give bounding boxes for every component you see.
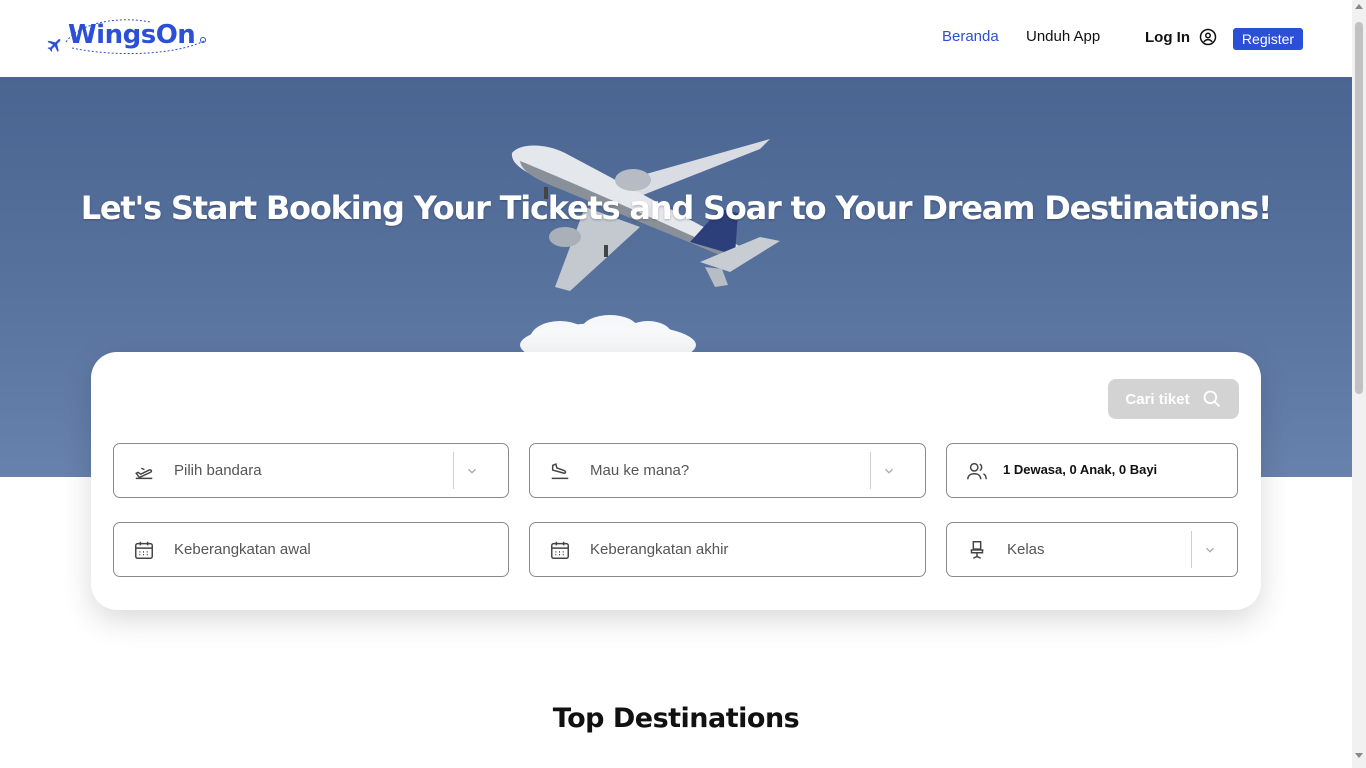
- departure-start-date-input[interactable]: Keberangkatan awal: [113, 522, 509, 577]
- users-icon: [967, 462, 987, 480]
- search-card: Cari tiket Pilih bandara Mau ke mana? 1 …: [91, 352, 1261, 610]
- scroll-thumb[interactable]: [1355, 22, 1363, 394]
- plane-icon: [47, 39, 61, 52]
- chevron-down-icon[interactable]: [465, 464, 479, 478]
- user-circle-icon: [1199, 28, 1217, 46]
- destination-select[interactable]: Mau ke mana?: [529, 443, 926, 498]
- origin-airport-select[interactable]: Pilih bandara: [113, 443, 509, 498]
- chevron-down-icon[interactable]: [882, 464, 896, 478]
- header: WingsOn Beranda Unduh App Log In Registe…: [0, 0, 1352, 77]
- register-button[interactable]: Register: [1233, 28, 1303, 50]
- class-select[interactable]: Kelas: [946, 522, 1238, 577]
- search-ticket-label: Cari tiket: [1125, 390, 1190, 408]
- seat-icon: [970, 541, 984, 559]
- calendar-icon: [551, 541, 569, 559]
- scroll-up-arrow-icon[interactable]: [1355, 4, 1363, 9]
- page-scrollbar[interactable]: [1352, 0, 1366, 768]
- landing-icon: [551, 463, 569, 480]
- hero-title: Let's Start Booking Your Tickets and Soa…: [80, 189, 1273, 227]
- passenger-count-field[interactable]: 1 Dewasa, 0 Anak, 0 Bayi: [946, 443, 1238, 498]
- origin-placeholder: Pilih bandara: [174, 462, 262, 479]
- divider: [870, 452, 871, 489]
- calendar-icon: [135, 541, 153, 559]
- nav-link-beranda[interactable]: Beranda: [942, 28, 999, 45]
- search-ticket-button[interactable]: Cari tiket: [1108, 379, 1239, 419]
- divider: [453, 452, 454, 489]
- destination-placeholder: Mau ke mana?: [590, 462, 690, 479]
- departure-end-date-input[interactable]: Keberangkatan akhir: [529, 522, 926, 577]
- nav-link-unduh-app[interactable]: Unduh App: [1026, 28, 1100, 45]
- brand-logo[interactable]: WingsOn: [46, 18, 216, 60]
- passenger-count-value: 1 Dewasa, 0 Anak, 0 Bayi: [1003, 462, 1158, 477]
- chevron-down-icon[interactable]: [1203, 543, 1217, 557]
- top-destinations-heading: Top Destinations: [552, 703, 800, 734]
- departure-start-placeholder: Keberangkatan awal: [174, 541, 311, 558]
- takeoff-icon: [135, 467, 153, 480]
- brand-name: WingsOn: [68, 20, 196, 50]
- scroll-down-arrow-icon[interactable]: [1355, 753, 1363, 758]
- divider: [1191, 531, 1192, 568]
- departure-end-placeholder: Keberangkatan akhir: [590, 541, 729, 558]
- search-icon: [1203, 390, 1220, 408]
- login-label: Log In: [1145, 28, 1190, 46]
- class-placeholder: Kelas: [1007, 541, 1045, 558]
- login-link[interactable]: Log In: [1145, 28, 1217, 46]
